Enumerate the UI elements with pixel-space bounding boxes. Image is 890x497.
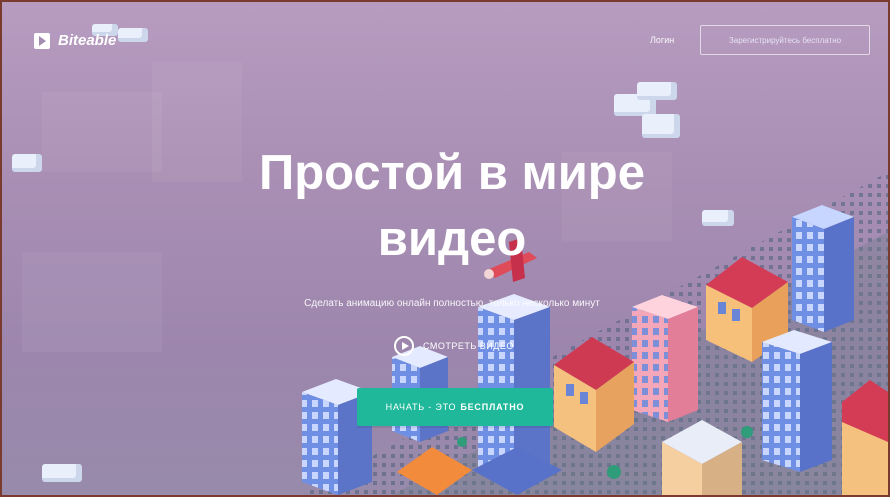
watch-video-label: СМОТРЕТЬ ВИДЕО (423, 341, 514, 351)
start-free-button[interactable]: НАЧАТЬ - ЭТО БЕСПЛАТНО (357, 388, 553, 426)
tree (741, 426, 753, 438)
brand-name: Biteable (58, 32, 117, 49)
top-navbar: Biteable Логин Зарегистрируйтесь бесплат… (2, 2, 888, 72)
play-circle-icon (394, 336, 414, 356)
hero-title: Простой в мире видео (152, 140, 752, 272)
tower-right-mid (762, 330, 832, 472)
signup-button[interactable]: Зарегистрируйтесь бесплатно (700, 25, 870, 55)
tree (457, 437, 467, 447)
cta-strong: БЕСПЛАТНО (460, 402, 525, 412)
brand-logo[interactable]: Biteable (34, 32, 116, 49)
hero-title-line1: Простой в мире (259, 146, 645, 200)
hero-title-line2: видео (377, 212, 527, 266)
watch-video-button[interactable]: СМОТРЕТЬ ВИДЕО (394, 336, 514, 356)
hero-subtitle: Сделать анимацию онлайн полностью, тольк… (304, 298, 600, 309)
tree (607, 465, 621, 479)
house-front-right (842, 380, 888, 495)
cta-prefix: НАЧАТЬ - ЭТО (385, 402, 457, 412)
pink-tower (632, 295, 698, 422)
logo-play-icon (34, 32, 50, 49)
login-link[interactable]: Логин (650, 35, 674, 45)
page-frame: Biteable Логин Зарегистрируйтесь бесплат… (0, 0, 890, 497)
tower-right-back (792, 205, 854, 332)
